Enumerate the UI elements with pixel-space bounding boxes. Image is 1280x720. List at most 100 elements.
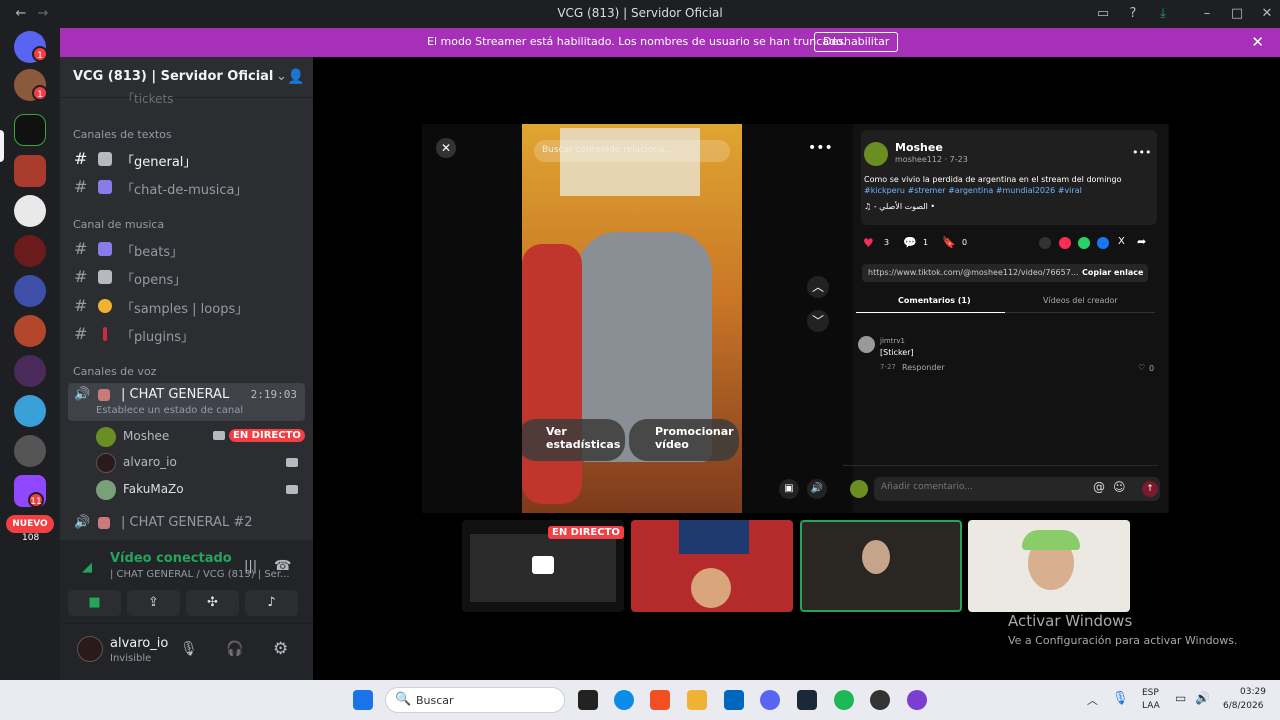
connection-location[interactable]: | CHAT GENERAL / VCG (813) | Ser... <box>110 569 290 580</box>
chevron-down-icon[interactable]: ﹀ <box>807 310 829 332</box>
bookmark-icon[interactable]: 🔖 <box>942 236 956 249</box>
author-avatar[interactable] <box>864 142 888 166</box>
noise-suppression-icon[interactable]: ||| <box>244 559 257 574</box>
server-icon[interactable] <box>14 235 46 267</box>
volume-icon[interactable]: 🔊 <box>1195 691 1210 705</box>
language-label[interactable]: ESP <box>1142 688 1159 698</box>
explorer-icon[interactable] <box>687 690 707 710</box>
chevron-down-icon[interactable]: ⌄ <box>276 69 287 84</box>
tiktok-video[interactable]: Buscar contenido relaciona... Ver estadí… <box>522 124 742 513</box>
reply-button[interactable]: Responder <box>902 363 945 372</box>
facebook-icon[interactable] <box>1097 237 1109 249</box>
settings-gear-icon[interactable]: ⚙ <box>273 639 288 659</box>
chevron-up-icon[interactable]: ︿ <box>1087 692 1098 708</box>
channel-samples[interactable]: # 「samples | loops」 <box>68 293 305 319</box>
stream-thumbnail[interactable] <box>968 520 1130 612</box>
comment-icon[interactable]: 💬 <box>903 236 917 249</box>
server-icon[interactable] <box>14 155 46 187</box>
app-icon[interactable] <box>724 690 744 710</box>
send-icon[interactable] <box>1059 237 1071 249</box>
pip-icon[interactable]: ▣ <box>779 479 799 499</box>
server-icon[interactable] <box>14 315 46 347</box>
more-options-icon[interactable]: ••• <box>808 140 833 156</box>
server-icon[interactable] <box>14 395 46 427</box>
server-vcg-icon[interactable] <box>14 114 46 146</box>
close-banner-icon[interactable]: ✕ <box>1251 33 1264 51</box>
hashtags[interactable]: #kickperu #stremer #argentina #mundial20… <box>864 186 1124 195</box>
comment-user[interactable]: jimtrv1 <box>880 337 905 345</box>
search-input[interactable]: Buscar contenido relaciona... <box>534 140 730 162</box>
copy-link-button[interactable]: Copiar enlace <box>1082 268 1143 277</box>
close-window-icon[interactable]: ✕ <box>1258 5 1276 23</box>
maximize-icon[interactable]: □ <box>1228 5 1246 23</box>
store-icon[interactable] <box>650 690 670 710</box>
chevron-up-icon[interactable]: ︿ <box>807 276 829 298</box>
channel-opens[interactable]: # 「opens」 <box>68 264 305 290</box>
microphone-icon[interactable]: 🎙 <box>180 641 198 657</box>
x-icon[interactable]: X <box>1118 236 1125 247</box>
app-icon[interactable] <box>907 690 927 710</box>
activities-button[interactable]: ✣ <box>186 590 239 616</box>
video-url[interactable]: https://www.tiktok.com/@moshee112/video/… <box>868 268 1078 277</box>
channel-general[interactable]: # 「general」 <box>68 146 305 172</box>
voice-channel-chat-general-2[interactable]: 🔊 | CHAT GENERAL #2 <box>68 511 305 537</box>
microphone-icon[interactable]: 🎙 <box>1112 691 1129 706</box>
user-name[interactable]: alvaro_io <box>110 636 168 651</box>
stream-thumbnail[interactable]: EN DIRECTO <box>462 520 624 612</box>
channel-chat-de-musica[interactable]: # 「chat-de-musica」 <box>68 174 305 200</box>
avatar[interactable] <box>77 636 103 662</box>
send-comment-icon[interactable]: ↑ <box>1142 481 1158 497</box>
inbox-icon[interactable]: ▭ <box>1094 5 1112 23</box>
heart-icon[interactable]: ♥ <box>863 236 874 250</box>
more-options-icon[interactable]: ••• <box>1132 146 1151 159</box>
epic-games-icon[interactable] <box>578 690 598 710</box>
spotify-icon[interactable] <box>834 690 854 710</box>
discord-taskbar-icon[interactable] <box>760 690 780 710</box>
edge-icon[interactable] <box>614 690 634 710</box>
soundboard-button[interactable]: ♪ <box>245 590 298 616</box>
headphones-icon[interactable]: 🎧 <box>226 641 243 657</box>
music-label[interactable]: ♫ - الصوت الأصلي • <box>864 202 935 211</box>
volume-icon[interactable]: 🔊 <box>807 479 827 499</box>
connection-status[interactable]: Vídeo conectado <box>110 551 232 566</box>
voice-user-alvaro[interactable]: alvaro_io <box>96 451 306 475</box>
help-icon[interactable]: ? <box>1124 5 1142 23</box>
emoji-icon[interactable]: ☺ <box>1113 480 1126 494</box>
channel-beats[interactable]: # 「beats」 <box>68 236 305 262</box>
category-text-channels[interactable]: Canales de textos <box>73 128 172 141</box>
author-name[interactable]: Moshee <box>895 141 943 154</box>
signal-icon[interactable]: ◢ <box>82 560 92 575</box>
channel-plugins[interactable]: # 「plugins」 <box>68 321 305 347</box>
partial-channel[interactable]: 「tickets <box>122 90 174 107</box>
server-name[interactable]: VCG (813) | Servidor Oficial <box>73 69 273 84</box>
disconnect-icon[interactable]: ☎ <box>274 558 291 574</box>
mention-icon[interactable]: @ <box>1093 480 1105 494</box>
server-icon[interactable] <box>14 195 46 227</box>
language-label-2[interactable]: LAA <box>1142 701 1160 711</box>
steam-icon[interactable] <box>797 690 817 710</box>
close-icon[interactable]: ✕ <box>436 138 456 158</box>
clock-date[interactable]: 6/8/2026 <box>1223 701 1263 711</box>
tab-creator-videos[interactable]: Vídeos del creador <box>1043 296 1118 305</box>
server-icon[interactable] <box>14 435 46 467</box>
tab-comments[interactable]: Comentarios (1) <box>898 296 971 305</box>
voice-channel-chat-general[interactable]: 🔊 | CHAT GENERAL 2:19:03 Establece un es… <box>68 383 305 421</box>
avatar[interactable] <box>858 336 875 353</box>
view-stats-button[interactable]: Ver estadísticas <box>522 419 625 461</box>
promote-video-button[interactable]: Promocionar vídeo <box>629 419 739 461</box>
stream-thumbnail[interactable] <box>631 520 793 612</box>
taskbar-search[interactable]: 🔍 Buscar <box>385 687 565 713</box>
whatsapp-icon[interactable] <box>1078 237 1090 249</box>
clock-time[interactable]: 03:29 <box>1240 687 1266 697</box>
minimize-icon[interactable]: – <box>1198 5 1216 23</box>
channel-status-hint[interactable]: Establece un estado de canal <box>96 405 243 416</box>
download-icon[interactable]: ⤓ <box>1154 5 1172 23</box>
obs-icon[interactable] <box>870 690 890 710</box>
camera-button[interactable]: ■ <box>68 590 121 616</box>
category-voice[interactable]: Canales de voz <box>73 365 156 378</box>
server-icon[interactable] <box>14 355 46 387</box>
network-icon[interactable]: ▭ <box>1175 691 1186 705</box>
disable-streamer-button[interactable]: Deshabilitar <box>814 32 899 52</box>
stream-thumbnail[interactable] <box>800 520 962 612</box>
comment-input[interactable]: Añadir comentario... <box>881 482 973 492</box>
